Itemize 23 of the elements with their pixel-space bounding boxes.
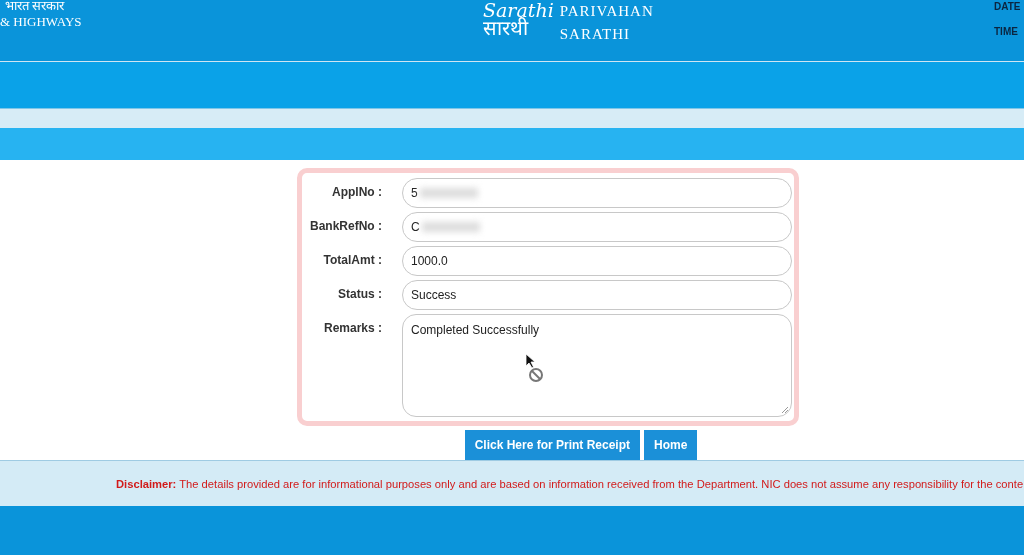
- field-value: 5: [411, 186, 418, 200]
- field-value: Success: [411, 288, 457, 302]
- redaction-blur: [419, 188, 478, 198]
- field-label: Status :: [337, 286, 382, 301]
- disclaimer-text: Disclaimer: The details provided are for informational purposes only and are based on information received from the Department. NIC does not assume any responsibility for the conte: [116, 477, 1024, 490]
- field-value: 1000.0: [411, 254, 448, 268]
- datetime-label: DATE: [994, 1, 1022, 12]
- field-label: BankRefNo :: [309, 218, 382, 233]
- logo-title-text: PARIVAHAN: [559, 3, 654, 20]
- ministry-text: & HIGHWAYS: [0, 13, 82, 31]
- cursor-icon: [525, 353, 545, 383]
- datetime-label: TIME: [994, 26, 1019, 37]
- redaction-blur: [421, 222, 480, 232]
- field-label: ApplNo :: [331, 184, 382, 199]
- field-value: Completed Successfully: [411, 323, 540, 337]
- logo-script-text: सारथी: [483, 18, 529, 38]
- resize-grip-icon[interactable]: [781, 406, 789, 414]
- logo-title-text: SARATHI: [559, 26, 632, 43]
- ministry-text: भारत सरकार: [4, 0, 66, 15]
- field-value: C: [411, 220, 420, 234]
- field-label: TotalAmt :: [322, 252, 382, 267]
- field-label: Remarks :: [322, 320, 382, 335]
- remarks-textarea[interactable]: Completed Successfully: [402, 314, 792, 417]
